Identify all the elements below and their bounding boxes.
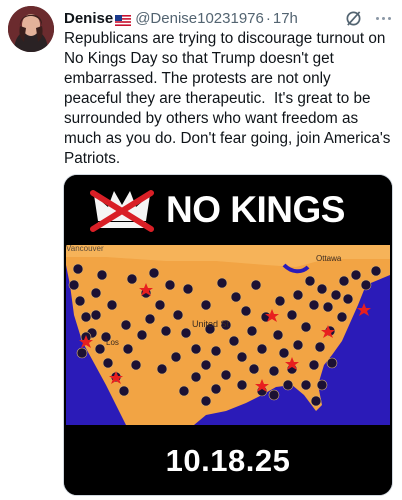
more-options-icon[interactable]	[372, 9, 394, 27]
crossed-crown-icon	[90, 190, 154, 232]
date-banner: 10.18.25	[64, 425, 392, 495]
map-label-los: Los	[106, 338, 119, 347]
tweet-text: Republicans are trying to discourage tur…	[64, 30, 391, 167]
map-label-vancouver: Vancouver	[66, 245, 104, 253]
tweet-image[interactable]: NO KINGS Vancouver United St Los Ottawa …	[63, 174, 393, 496]
timestamp[interactable]: 17h	[273, 10, 298, 27]
user-handle[interactable]: @Denise10231976	[135, 10, 264, 27]
display-name[interactable]: Denise	[64, 10, 113, 27]
separator-dot: ·	[265, 9, 271, 27]
event-date: 10.18.25	[165, 443, 291, 478]
protest-map: Vancouver United St Los Ottawa	[66, 245, 390, 425]
tweet-header: Denise @Denise10231976 · 17h	[64, 8, 394, 28]
map-label-ottawa: Ottawa	[316, 254, 342, 263]
avatar[interactable]	[8, 6, 54, 52]
grok-icon[interactable]	[344, 9, 362, 27]
image-banner: NO KINGS	[64, 175, 392, 247]
no-kings-headline: NO KINGS	[166, 189, 345, 230]
us-flag-icon	[115, 13, 132, 26]
map-label-united-states: United St	[192, 319, 230, 329]
